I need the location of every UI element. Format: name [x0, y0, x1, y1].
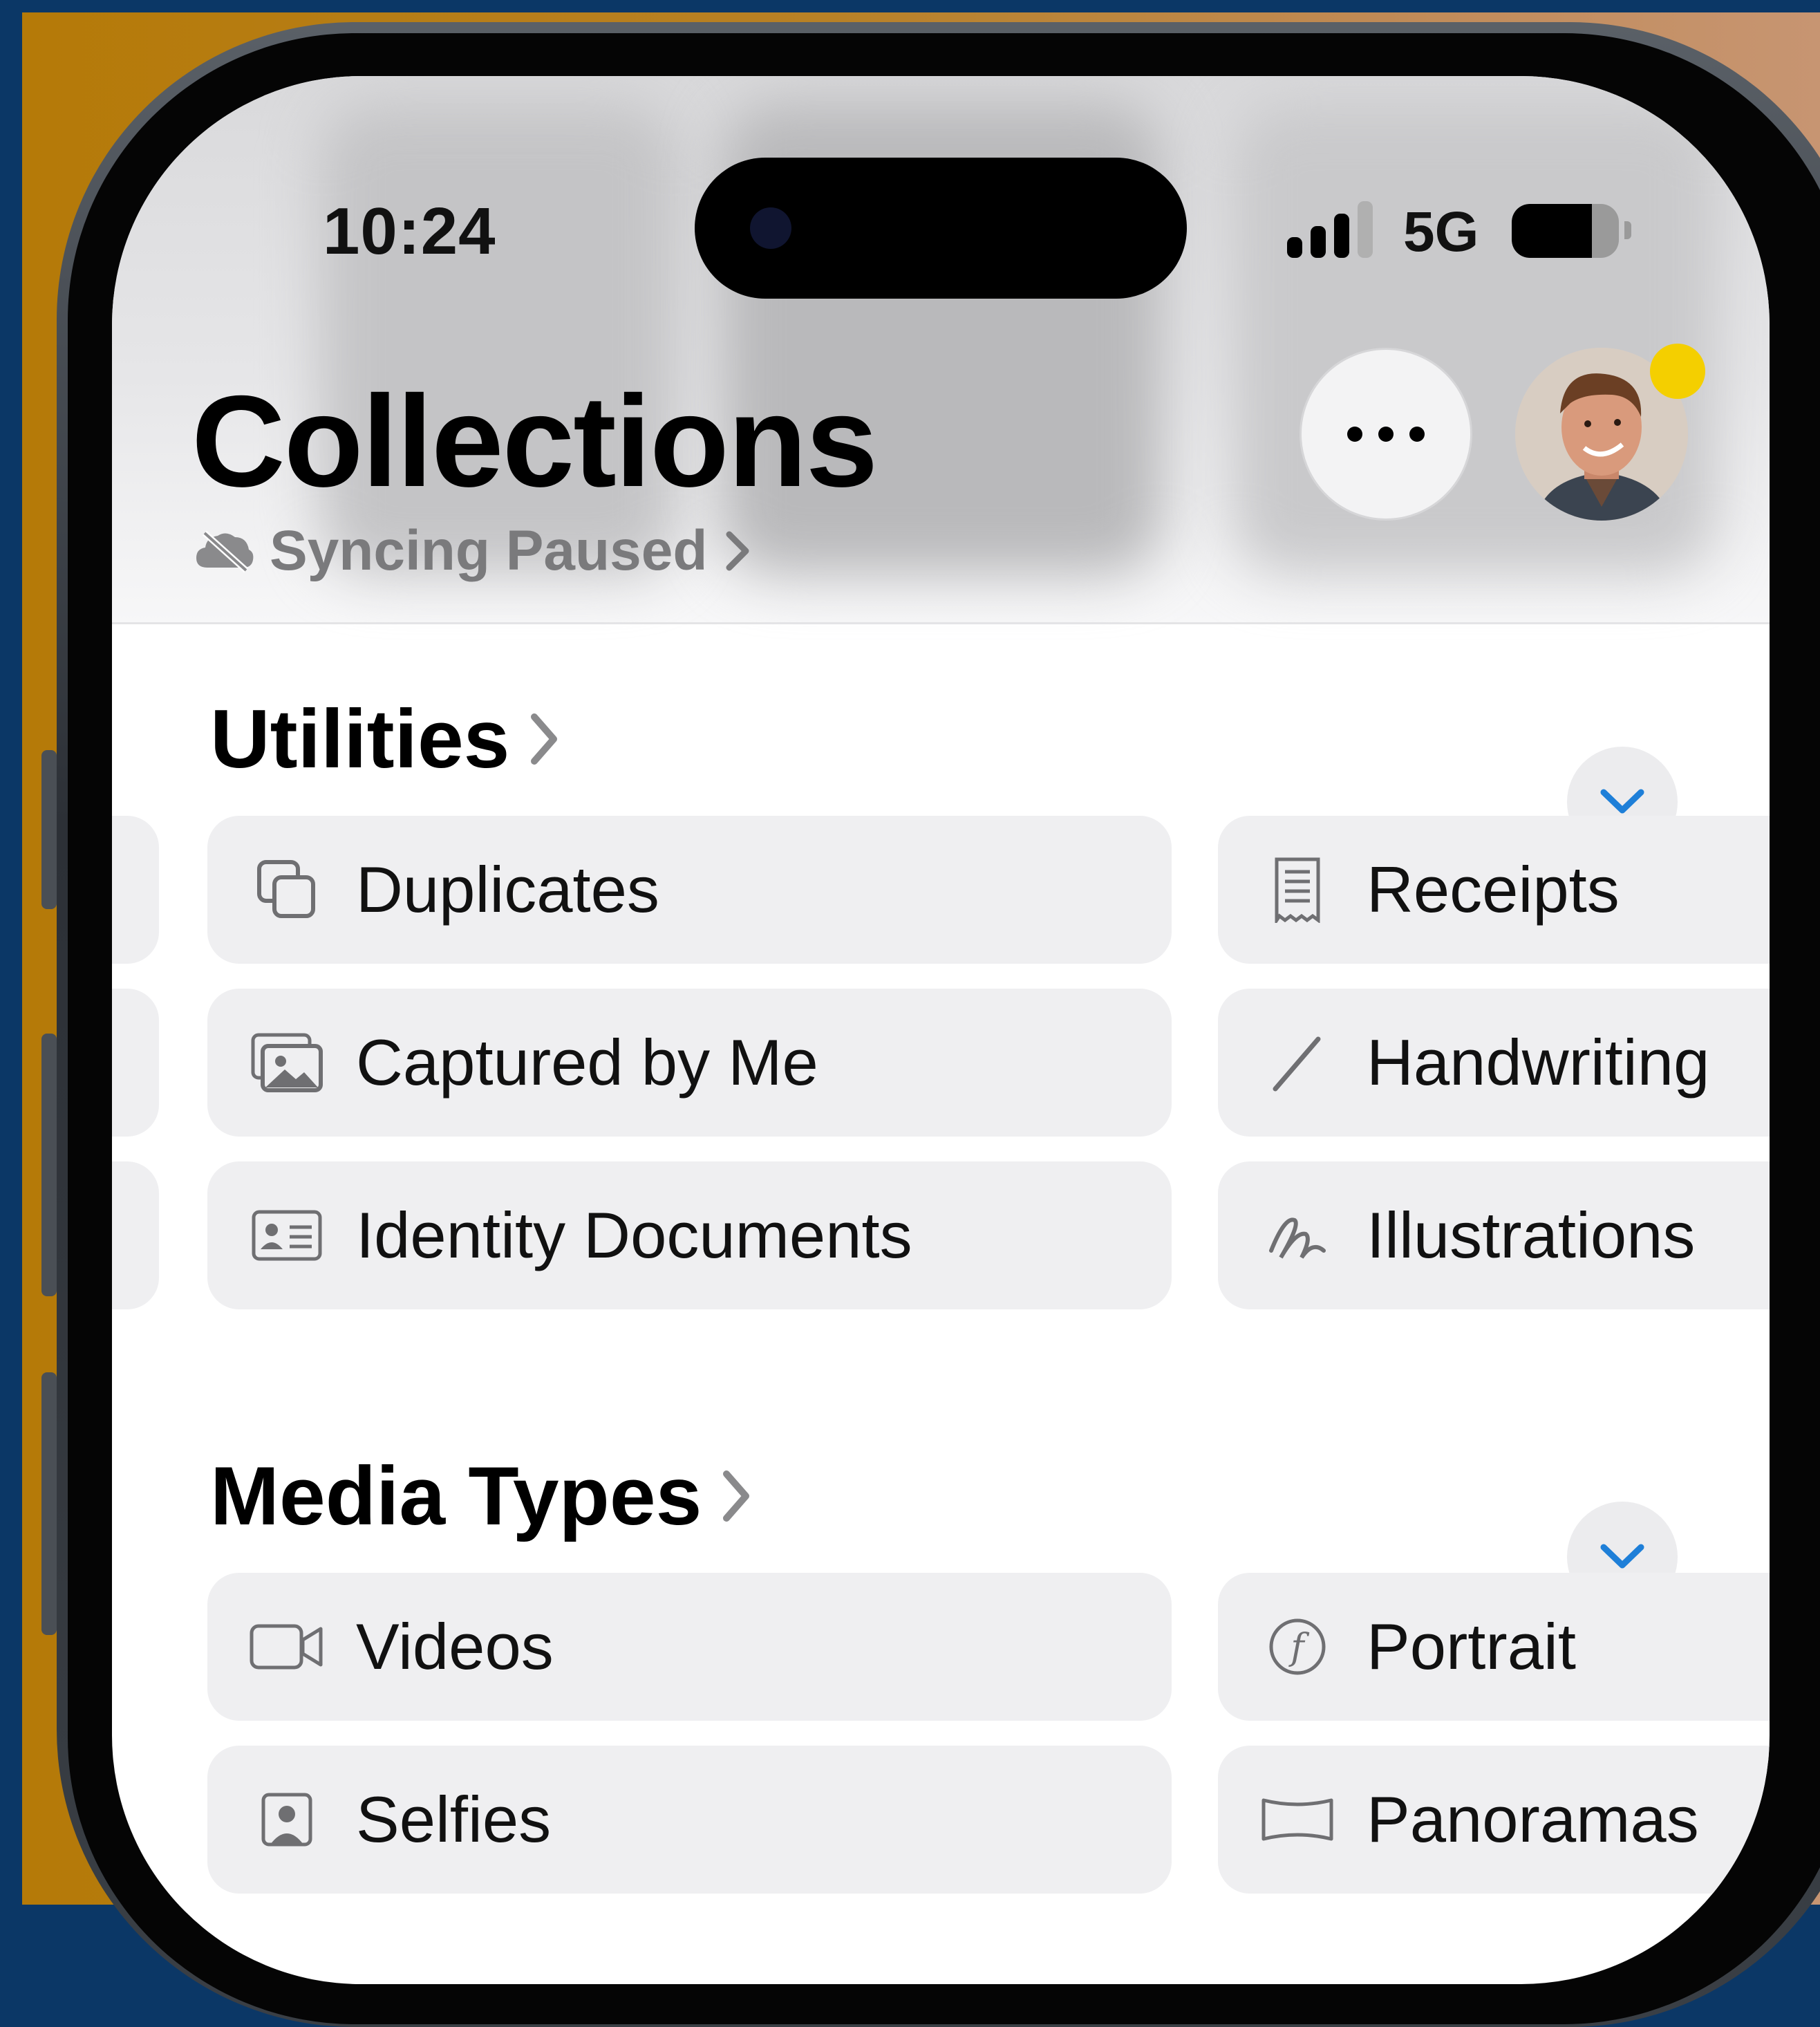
- network-type: 5G: [1403, 200, 1479, 263]
- tile-label: Illustrations: [1367, 1199, 1696, 1271]
- status-time: 10:24: [323, 194, 496, 268]
- scribble-icon: [1256, 1194, 1339, 1277]
- collection-tile-videos[interactable]: Videos: [207, 1573, 1172, 1721]
- collection-tile-illustrations[interactable]: Illustrations: [1218, 1161, 1770, 1309]
- chevron-right-icon: [726, 531, 749, 571]
- tile-label: Identity Documents: [356, 1199, 912, 1271]
- section-header-media-types[interactable]: Media Types: [210, 1448, 751, 1544]
- tile-label: Panoramas: [1367, 1783, 1699, 1856]
- header-divider: [112, 622, 1770, 624]
- duplicates-icon: [245, 848, 328, 931]
- collection-tile-receipts[interactable]: Receipts: [1218, 816, 1770, 964]
- sync-status-label: Syncing Paused: [270, 519, 708, 582]
- tile-label: Portrait: [1367, 1610, 1576, 1683]
- volume-down-button: [41, 1034, 57, 1296]
- front-camera: [750, 207, 791, 249]
- cloud-paused-icon: [196, 530, 254, 573]
- collection-tile-panoramas[interactable]: Panoramas: [1218, 1746, 1770, 1894]
- offscreen-tile[interactable]: [112, 816, 159, 964]
- selfie-icon: [245, 1778, 328, 1861]
- side-button: [41, 1372, 57, 1635]
- battery-fill: [1512, 204, 1593, 258]
- receipt-icon: [1256, 848, 1339, 931]
- dynamic-island: [695, 158, 1187, 299]
- section-title: Utilities: [210, 693, 510, 785]
- pencil-icon: [1256, 1021, 1339, 1104]
- collection-tile-handwriting[interactable]: Handwriting: [1218, 989, 1770, 1137]
- offscreen-tile[interactable]: [112, 1161, 159, 1309]
- battery-tip: [1624, 221, 1631, 239]
- volume-up-button: [41, 750, 57, 909]
- battery-icon: [1512, 204, 1619, 258]
- tile-label: Videos: [356, 1610, 554, 1683]
- notification-badge: [1650, 344, 1705, 399]
- phone-screen: 10:24 5G Collections Syncing Paused Util…: [112, 76, 1770, 1984]
- section-header-utilities[interactable]: Utilities: [210, 691, 559, 787]
- cellular-signal-icon: [1287, 201, 1373, 258]
- video-camera-icon: [245, 1605, 328, 1688]
- ellipsis-icon: [1347, 427, 1425, 442]
- section-title: Media Types: [210, 1450, 702, 1542]
- tile-label: Captured by Me: [356, 1026, 818, 1099]
- collection-tile-duplicates[interactable]: Duplicates: [207, 816, 1172, 964]
- chevron-down-icon: [1600, 1544, 1644, 1569]
- chevron-down-icon: [1600, 789, 1644, 814]
- more-options-button[interactable]: [1300, 348, 1472, 521]
- collection-tile-selfies[interactable]: Selfies: [207, 1746, 1172, 1894]
- sync-status-link[interactable]: Syncing Paused: [195, 519, 750, 583]
- tile-label: Duplicates: [356, 853, 659, 926]
- chevron-right-icon: [531, 713, 558, 765]
- tile-label: Selfies: [356, 1783, 552, 1856]
- page-title: Collections: [191, 368, 878, 514]
- offscreen-tile[interactable]: [112, 989, 159, 1137]
- svg-text:f: f: [1288, 1627, 1309, 1668]
- collection-tile-portrait[interactable]: f Portrait: [1218, 1573, 1770, 1721]
- aperture-icon: f: [1256, 1605, 1339, 1688]
- panorama-icon: [1256, 1778, 1339, 1861]
- id-card-icon: [245, 1194, 328, 1277]
- chevron-right-icon: [723, 1470, 750, 1522]
- collection-tile-captured-by-me[interactable]: Captured by Me: [207, 989, 1172, 1137]
- tile-label: Handwriting: [1367, 1026, 1710, 1099]
- tile-label: Receipts: [1367, 853, 1620, 926]
- collection-tile-identity-documents[interactable]: Identity Documents: [207, 1161, 1172, 1309]
- photo-stack-icon: [245, 1021, 328, 1104]
